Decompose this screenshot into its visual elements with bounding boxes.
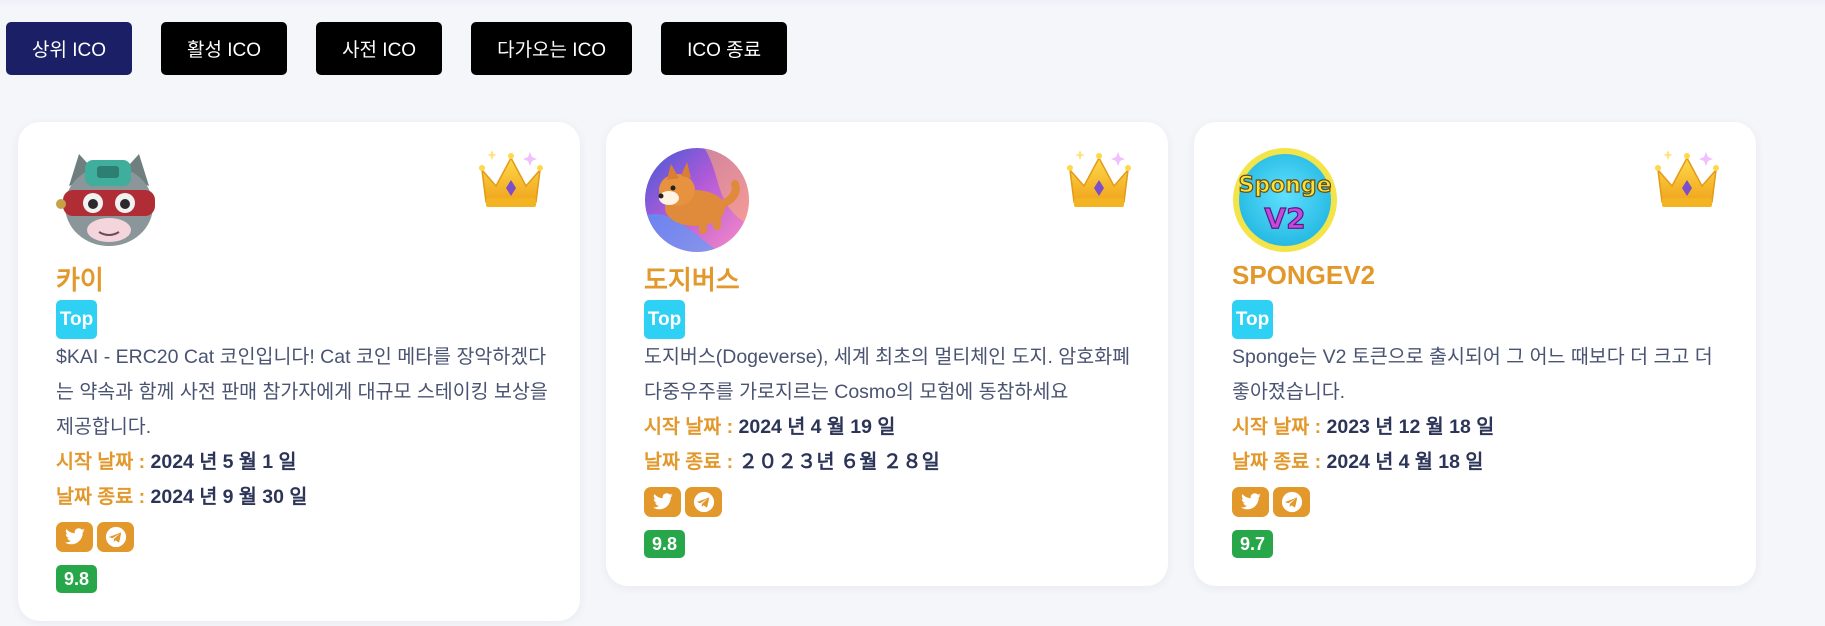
end-date-label: 날짜 종료 : <box>1232 451 1322 473</box>
ico-card[interactable]: 도지버스 Top 도지버스(Dogeverse), 세계 최초의 멀티체인 도지… <box>606 122 1168 586</box>
logo-text-top: Sponge <box>1238 173 1331 198</box>
tab-pre-ico[interactable]: 사전 ICO <box>316 22 443 75</box>
coin-name[interactable]: 카이 <box>56 260 104 297</box>
tab-active-ico[interactable]: 활성 ICO <box>161 22 288 75</box>
start-date-value: 2024 년 4 월 19 일 <box>738 416 896 438</box>
crown-icon <box>478 148 544 210</box>
telegram-icon[interactable] <box>97 522 134 552</box>
start-date-value: 2023 년 12 월 18 일 <box>1326 416 1495 438</box>
twitter-icon[interactable] <box>1232 487 1269 517</box>
twitter-icon[interactable] <box>56 522 93 552</box>
coin-description: $KAI - ERC20 Cat 코인입니다! Cat 코인 메타를 장악하겠다… <box>56 346 548 438</box>
end-date-value: 2024 년 9 월 30 일 <box>150 486 308 508</box>
social-links <box>56 522 134 552</box>
end-date-value: 2024 년 4 월 18 일 <box>1326 451 1484 473</box>
social-links <box>1232 487 1310 517</box>
end-date-row: 날짜 종료 : 2024 년 9 월 30 일 <box>56 480 307 509</box>
cat-robot-logo-icon <box>55 146 163 254</box>
rating-badge: 9.7 <box>1232 530 1274 558</box>
telegram-icon[interactable] <box>1273 487 1310 517</box>
sponge-v2-logo-icon: Sponge V2 <box>1231 146 1339 254</box>
tab-top-ico[interactable]: 상위 ICO <box>6 22 133 75</box>
start-date-label: 시작 날짜 : <box>1232 416 1322 438</box>
ico-card[interactable]: 카이 Top $KAI - ERC20 Cat 코인입니다! Cat 코인 메타… <box>18 122 580 621</box>
start-date-row: 시작 날짜 : 2024 년 5 월 1 일 <box>56 445 297 474</box>
rating-badge: 9.8 <box>56 565 98 593</box>
end-date-value: ２０２３년 ６월 ２８일 <box>738 451 940 473</box>
twitter-icon[interactable] <box>644 487 681 517</box>
tab-upcoming-ico[interactable]: 다가오는 ICO <box>471 22 633 75</box>
start-date-label: 시작 날짜 : <box>56 451 146 473</box>
telegram-icon[interactable] <box>685 487 722 517</box>
shiba-dog-logo-icon <box>643 146 751 254</box>
top-badge: Top <box>56 300 97 339</box>
tab-ended-ico[interactable]: ICO 종료 <box>661 22 788 75</box>
start-date-row: 시작 날짜 : 2024 년 4 월 19 일 <box>644 410 895 439</box>
start-date-value: 2024 년 5 월 1 일 <box>150 451 297 473</box>
social-links <box>644 487 722 517</box>
end-date-row: 날짜 종료 : 2024 년 4 월 18 일 <box>1232 445 1483 474</box>
ico-card[interactable]: Sponge V2 SPONGEV2 Top Sponge는 V2 토큰으로 출… <box>1194 122 1756 586</box>
end-date-row: 날짜 종료 : ２０２３년 ６월 ２８일 <box>644 445 940 474</box>
start-date-label: 시작 날짜 : <box>644 416 734 438</box>
coin-description: Sponge는 V2 토큰으로 출시되어 그 어느 때보다 더 크고 더 좋아졌… <box>1232 346 1713 403</box>
coin-name[interactable]: SPONGEV2 <box>1232 260 1375 291</box>
top-badge: Top <box>1232 300 1273 339</box>
end-date-label: 날짜 종료 : <box>56 486 146 508</box>
rating-badge: 9.8 <box>644 530 686 558</box>
coin-name[interactable]: 도지버스 <box>644 260 740 297</box>
start-date-row: 시작 날짜 : 2023 년 12 월 18 일 <box>1232 410 1494 439</box>
logo-text-bottom: V2 <box>1264 202 1305 235</box>
top-badge: Top <box>644 300 685 339</box>
end-date-label: 날짜 종료 : <box>644 451 734 473</box>
top-strip <box>0 0 1825 8</box>
ico-tab-bar: 상위 ICO 활성 ICO 사전 ICO 다가오는 ICO ICO 종료 <box>6 22 788 75</box>
crown-icon <box>1654 148 1720 210</box>
crown-icon <box>1066 148 1132 210</box>
coin-description: 도지버스(Dogeverse), 세계 최초의 멀티체인 도지. 암호화폐 다중… <box>644 346 1131 403</box>
